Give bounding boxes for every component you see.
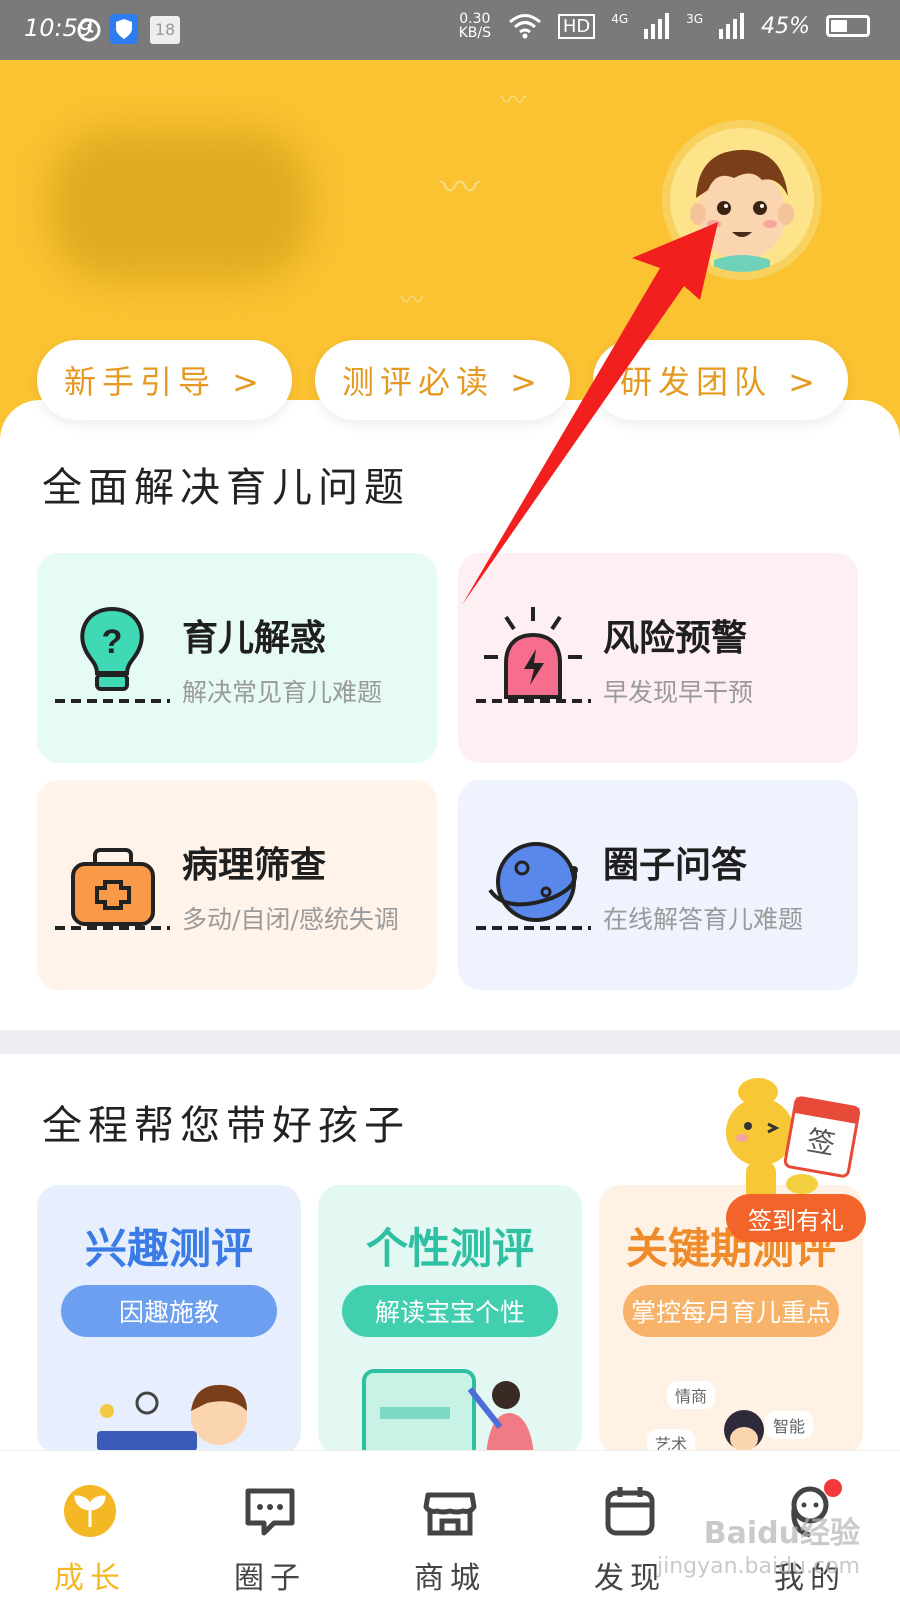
rd-team-button[interactable]: 研发团队 > — [593, 340, 848, 420]
lightbulb-question-icon: ? — [55, 606, 170, 703]
hd-indicator: HD — [557, 13, 596, 39]
alarm-light-icon — [476, 607, 591, 703]
chat-bubble-icon — [245, 1488, 295, 1536]
tab-label: 圈子 — [234, 1561, 306, 1596]
watermark: Baidu经验 jingyan.baidu.com — [657, 1514, 860, 1582]
phone-illustration-icon — [362, 1369, 534, 1455]
watermark-logo: Baidu经验 — [703, 1516, 860, 1552]
tab-label: 发现 — [594, 1561, 666, 1596]
sign-char: 签 — [804, 1124, 837, 1161]
planet-icon — [476, 842, 591, 930]
card-title: 风险预警 — [603, 618, 748, 659]
promo-button[interactable]: 因趣施教 — [61, 1285, 277, 1337]
parenting-help-card[interactable]: ? 育儿解惑 解决常见育儿难题 — [37, 553, 437, 763]
store-icon — [423, 1492, 477, 1536]
status-bar: 10:59 18 0.30 KB/S HD 4G 3G 45% — [0, 0, 900, 60]
alarm-icon — [77, 18, 101, 42]
section-title: 全程帮您带好孩子 — [42, 1103, 410, 1149]
promo-title: 个性测评 — [365, 1224, 534, 1273]
promo-title: 兴趣测评 — [84, 1224, 253, 1273]
bird-decoration: 〰 — [440, 165, 480, 211]
tab-label: 商城 — [414, 1561, 486, 1596]
checkin-reward-badge[interactable]: 签 签到有礼 — [712, 1072, 877, 1252]
signal-icon — [719, 13, 745, 39]
network-4g: 4G — [611, 12, 629, 26]
network-speed: 0.30 KB/S — [458, 11, 491, 41]
shield-icon — [110, 14, 138, 44]
tab-store[interactable]: 商城 — [360, 1451, 540, 1600]
promo-button[interactable]: 解读宝宝个性 — [342, 1285, 558, 1337]
watermark-url: jingyan.baidu.com — [656, 1554, 860, 1580]
promo-button[interactable]: 掌控每月育儿重点 — [623, 1285, 839, 1337]
notification-badge: 18 — [150, 16, 180, 44]
avatar[interactable] — [662, 120, 822, 280]
personality-assessment-card[interactable]: 个性测评 解读宝宝个性 — [318, 1185, 582, 1455]
section-title: 全面解决育儿问题 — [42, 465, 410, 511]
blurred-username — [50, 130, 310, 280]
card-subtitle: 在线解答育儿难题 — [603, 905, 804, 934]
battery-icon — [826, 15, 870, 37]
tag-emotion: 情商 — [667, 1381, 716, 1409]
card-subtitle: 多动/自闭/感统失调 — [182, 905, 399, 934]
network-3g: 3G — [686, 12, 704, 26]
pathology-screening-card[interactable]: 病理筛查 多动/自闭/感统失调 — [37, 780, 437, 990]
assessment-guide-button[interactable]: 测评必读 > — [315, 340, 570, 420]
checkin-label: 签到有礼 — [726, 1194, 866, 1242]
child-illustration-icon — [97, 1384, 247, 1451]
interest-assessment-card[interactable]: 兴趣测评 因趣施教 — [37, 1185, 301, 1455]
tab-label: 成长 — [54, 1561, 126, 1596]
bird-decoration: 〰 — [500, 86, 527, 116]
card-title: 育儿解惑 — [182, 618, 327, 659]
tag-intelligence: 智能 — [765, 1411, 814, 1439]
card-title: 病理筛查 — [182, 845, 327, 886]
signal-icon — [644, 13, 670, 39]
wifi-icon — [508, 14, 541, 39]
medical-kit-icon — [55, 848, 170, 930]
boy-avatar-icon — [690, 149, 794, 272]
battery-percent: 45% — [761, 13, 810, 39]
card-subtitle: 解决常见育儿难题 — [182, 678, 383, 707]
tab-growth[interactable]: 成长 — [0, 1451, 180, 1600]
child-head-icon — [724, 1410, 764, 1451]
notification-dot — [824, 1479, 842, 1497]
bird-decoration: 〰 — [400, 286, 424, 314]
card-subtitle: 早发现早干预 — [603, 678, 754, 707]
community-qa-card[interactable]: 圈子问答 在线解答育儿难题 — [458, 780, 858, 990]
growth-sprout-icon — [64, 1485, 116, 1537]
newbie-guide-button[interactable]: 新手引导 > — [37, 340, 292, 420]
risk-warning-card[interactable]: 风险预警 早发现早干预 — [458, 553, 858, 763]
tab-community[interactable]: 圈子 — [180, 1451, 360, 1600]
card-title: 圈子问答 — [603, 845, 748, 886]
section-divider — [0, 1030, 900, 1054]
svg-text:?: ? — [102, 623, 123, 661]
calendar-icon — [605, 1487, 655, 1536]
